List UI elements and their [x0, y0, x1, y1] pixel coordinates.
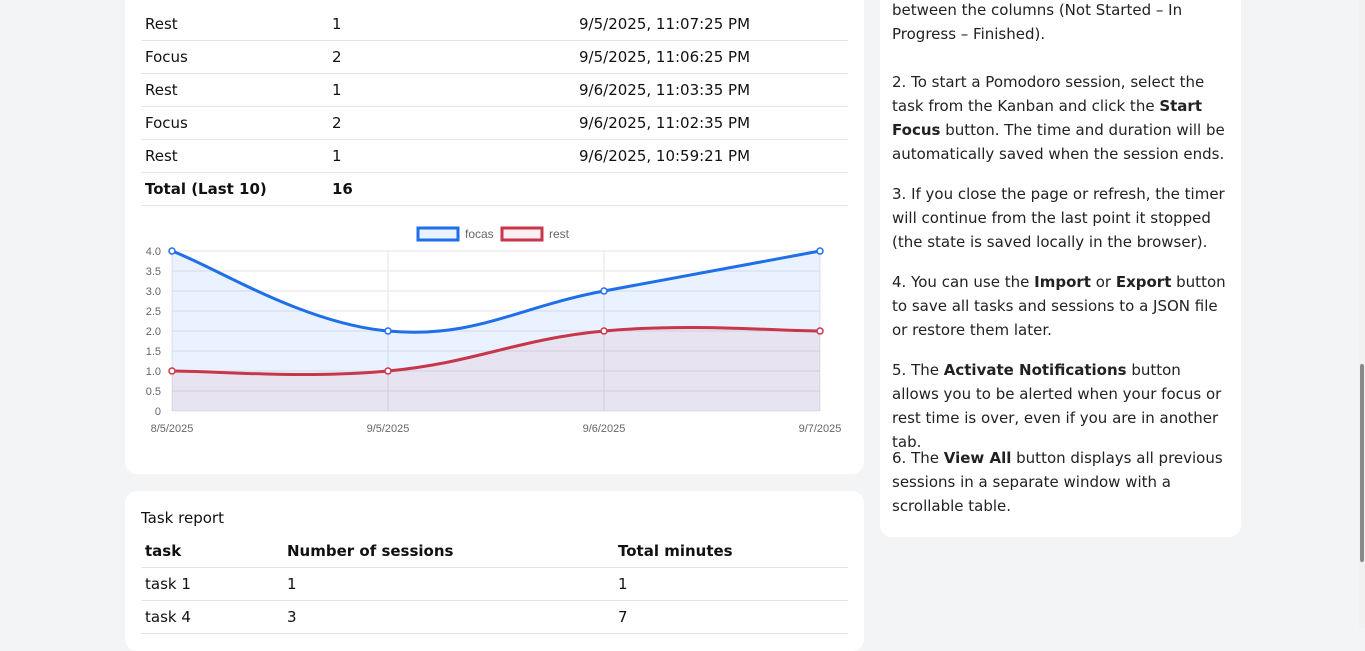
- table-row: Rest 1 9/6/2025, 10:59:21 PM: [141, 139, 848, 173]
- help-paragraph-6: 6. The View All button displays all prev…: [892, 449, 1223, 515]
- total-empty: [575, 172, 848, 206]
- scrollbar-thumb[interactable]: [1360, 364, 1364, 562]
- session-minutes: 1: [328, 139, 575, 173]
- table-row: task 4 3 7: [141, 600, 848, 634]
- data-point-focas: [816, 247, 824, 255]
- help-paragraph-2: 2. To start a Pomodoro session, select t…: [892, 73, 1225, 163]
- table-header-row: task Number of sessions Total minutes: [141, 535, 848, 568]
- total-value: 16: [328, 172, 575, 206]
- task-sessions: 3: [283, 600, 614, 634]
- data-point-focas: [168, 247, 176, 255]
- legend-swatch-rest[interactable]: [500, 226, 544, 242]
- legend-label-focas[interactable]: focas: [465, 227, 494, 241]
- task-minutes: 1: [614, 567, 848, 601]
- session-date: 9/6/2025, 11:03:35 PM: [575, 73, 848, 107]
- total-row: Total (Last 10) 16: [141, 172, 848, 206]
- chart-legend[interactable]: focas rest: [416, 226, 570, 242]
- y-tick-label: 3.5: [146, 266, 161, 278]
- table-row: Focus 2 9/5/2025, 11:06:25 PM: [141, 40, 848, 74]
- column-header-sessions: Number of sessions: [283, 535, 614, 568]
- table-row: task 1 1 1: [141, 567, 848, 601]
- task-minutes: 7: [614, 600, 848, 634]
- sessions-card: Rest 1 9/5/2025, 11:07:25 PM Focus 2 9/5…: [125, 0, 864, 474]
- help-paragraph-3: 3. If you close the page or refresh, the…: [892, 185, 1225, 251]
- y-tick-label: 0: [155, 406, 161, 418]
- x-tick-label: 9/7/2025: [799, 423, 842, 435]
- legend-label-rest[interactable]: rest: [549, 227, 570, 241]
- table-row: Focus 2 9/6/2025, 11:02:35 PM: [141, 106, 848, 140]
- data-point-focas: [384, 327, 392, 335]
- task-name: task 4: [141, 600, 283, 634]
- session-type: Rest: [141, 8, 328, 41]
- help-paragraph-5: 5. The Activate Notifications button all…: [892, 361, 1222, 451]
- task-report-card: Task report task Number of sessions Tota…: [125, 491, 864, 651]
- session-date: 9/6/2025, 11:02:35 PM: [575, 106, 848, 140]
- task-report-table: task Number of sessions Total minutes ta…: [141, 535, 848, 634]
- table-row: Rest 1 9/5/2025, 11:07:25 PM: [141, 8, 848, 41]
- session-minutes: 2: [328, 106, 575, 140]
- session-date: 9/5/2025, 11:07:25 PM: [575, 8, 848, 41]
- y-tick-label: 4.0: [146, 246, 161, 258]
- x-tick-label: 9/6/2025: [583, 423, 626, 435]
- session-type: Focus: [141, 106, 328, 140]
- y-tick-label: 3.0: [146, 286, 161, 298]
- column-header-task: task: [141, 535, 283, 568]
- task-report-title: Task report: [141, 509, 224, 527]
- data-point-rest: [600, 327, 608, 335]
- y-tick-label: 0.5: [146, 386, 161, 398]
- page-scrollbar[interactable]: [1359, 0, 1365, 628]
- task-sessions: 1: [283, 567, 614, 601]
- data-point-rest: [816, 327, 824, 335]
- x-tick-label: 8/5/2025: [151, 423, 194, 435]
- sessions-line-chart: 0 0.5 1.0 1.5 2.0 2.5 3.0 3.5 4.0 8/5/2025 9/5/202…: [146, 226, 842, 435]
- session-type: Rest: [141, 139, 328, 173]
- sessions-table: Rest 1 9/5/2025, 11:07:25 PM Focus 2 9/5…: [141, 8, 848, 206]
- legend-swatch-focas[interactable]: [416, 226, 460, 242]
- x-tick-label: 9/5/2025: [367, 423, 410, 435]
- session-date: 9/5/2025, 11:06:25 PM: [575, 40, 848, 74]
- column-header-minutes: Total minutes: [614, 535, 848, 568]
- chart-areas: [172, 251, 820, 411]
- table-row: Rest 1 9/6/2025, 11:03:35 PM: [141, 73, 848, 107]
- y-tick-label: 2.0: [146, 326, 161, 338]
- session-minutes: 1: [328, 73, 575, 107]
- data-point-focas: [600, 287, 608, 295]
- data-point-rest: [168, 367, 176, 375]
- session-type: Focus: [141, 40, 328, 74]
- help-paragraph-1: between the columns (Not Started – In Pr…: [892, 1, 1183, 43]
- session-type: Rest: [141, 73, 328, 107]
- session-minutes: 1: [328, 8, 575, 41]
- task-name: task 1: [141, 567, 283, 601]
- total-label: Total (Last 10): [141, 172, 328, 206]
- session-minutes: 2: [328, 40, 575, 74]
- y-tick-label: 1.0: [146, 366, 161, 378]
- data-point-rest: [384, 367, 392, 375]
- y-tick-label: 1.5: [146, 346, 161, 358]
- help-card: between the columns (Not Started – In Pr…: [880, 0, 1241, 537]
- y-tick-label: 2.5: [146, 306, 161, 318]
- help-paragraph-4: 4. You can use the Import or Export butt…: [892, 273, 1226, 339]
- session-date: 9/6/2025, 10:59:21 PM: [575, 139, 848, 173]
